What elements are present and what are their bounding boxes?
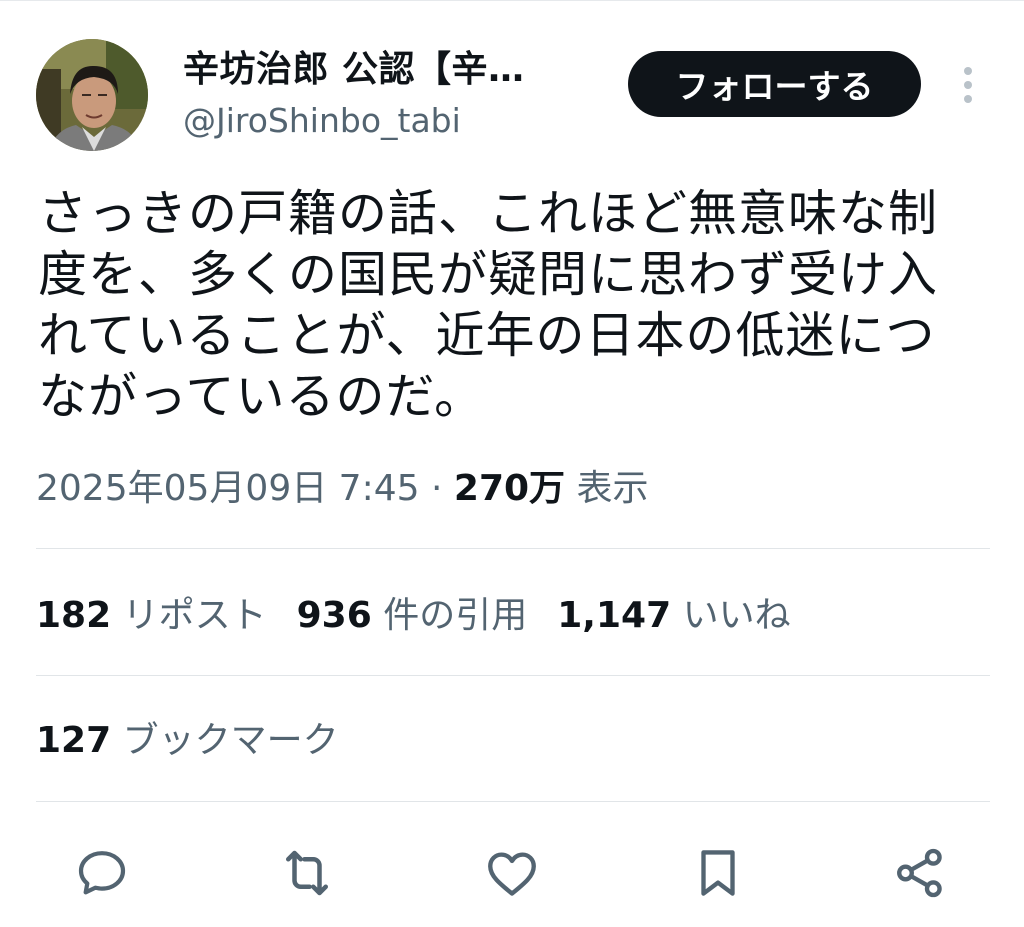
timestamp[interactable]: 2025年05月09日 7:45 bbox=[36, 468, 420, 509]
views-label: 表示 bbox=[576, 468, 649, 509]
like-icon bbox=[488, 852, 536, 896]
reposts-stat[interactable]: 182 リポスト bbox=[36, 591, 267, 641]
tweet-meta: 2025年05月09日 7:45 · 270万 表示 bbox=[36, 464, 649, 514]
tweet-text: さっきの戸籍の話、これほど無意味な制度を、多くの国民が疑問に思わず受け入れている… bbox=[38, 185, 939, 425]
share-icon bbox=[897, 848, 942, 898]
reposts-count: 182 bbox=[36, 595, 112, 636]
reply-icon bbox=[78, 851, 126, 895]
divider bbox=[36, 548, 990, 549]
divider bbox=[36, 801, 990, 802]
avatar[interactable] bbox=[36, 39, 148, 151]
quotes-count: 936 bbox=[296, 595, 372, 636]
more-vertical-icon bbox=[964, 67, 972, 103]
reply-button[interactable] bbox=[72, 843, 132, 903]
likes-stat[interactable]: 1,147 いいね bbox=[557, 591, 790, 641]
bookmark-button[interactable] bbox=[688, 843, 748, 903]
bookmarks-label: ブックマーク bbox=[122, 720, 339, 761]
repost-icon bbox=[286, 850, 328, 896]
top-divider bbox=[0, 0, 1024, 1]
quotes-stat[interactable]: 936 件の引用 bbox=[297, 591, 528, 641]
divider bbox=[36, 675, 990, 676]
bookmarks-stat[interactable]: 127 ブックマーク bbox=[36, 716, 339, 766]
bookmarks-count: 127 bbox=[36, 720, 112, 761]
engagement-stats: 182 リポスト 936 件の引用 1,147 いいね bbox=[36, 591, 791, 641]
views-count: 270万 bbox=[453, 468, 566, 509]
share-button[interactable] bbox=[890, 843, 950, 903]
bookmark-icon bbox=[701, 850, 735, 896]
meta-separator: · bbox=[430, 468, 443, 509]
likes-label: いいね bbox=[682, 595, 791, 636]
quotes-label: 件の引用 bbox=[383, 595, 528, 636]
repost-button[interactable] bbox=[277, 843, 337, 903]
user-handle[interactable]: @JiroShinbo_tabi bbox=[183, 99, 461, 143]
reposts-label: リポスト bbox=[122, 595, 267, 636]
more-button[interactable] bbox=[950, 62, 986, 108]
likes-count: 1,147 bbox=[557, 595, 672, 636]
profile-photo-icon bbox=[36, 39, 148, 151]
follow-button[interactable]: フォローする bbox=[628, 51, 921, 117]
like-button[interactable] bbox=[482, 843, 542, 903]
display-name[interactable]: 辛坊治郎 公認【辛… bbox=[183, 47, 525, 93]
